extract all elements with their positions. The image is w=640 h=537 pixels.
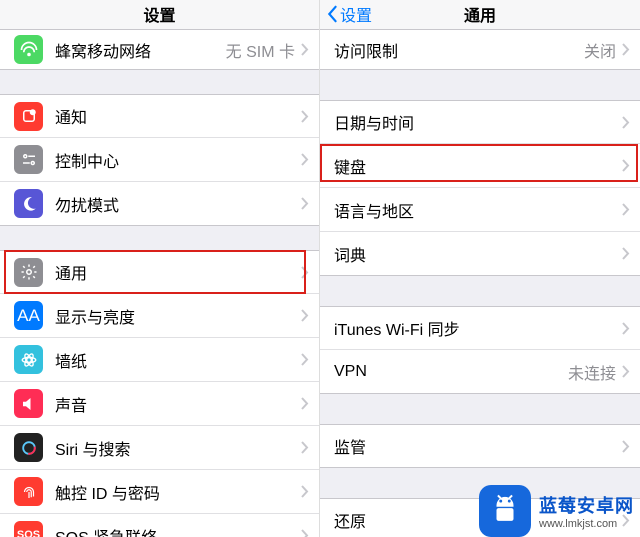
cellular-icon bbox=[14, 35, 43, 64]
general-icon bbox=[14, 258, 43, 287]
restrictions-label: 访问限制 bbox=[334, 38, 584, 62]
row-general[interactable]: 通用 bbox=[0, 250, 319, 294]
row-wallpaper[interactable]: 墙纸 bbox=[0, 338, 319, 382]
row-control-center[interactable]: 控制中心 bbox=[0, 138, 319, 182]
header: 设置 bbox=[0, 0, 319, 30]
vpn-label: VPN bbox=[334, 363, 568, 381]
row-notifications[interactable]: 通知 bbox=[0, 94, 319, 138]
siri-icon bbox=[14, 433, 43, 462]
dnd-label: 勿扰模式 bbox=[55, 192, 301, 216]
row-datetime[interactable]: 日期与时间 bbox=[320, 100, 640, 144]
chevron-right-icon bbox=[301, 309, 309, 322]
dictionary-label: 词典 bbox=[334, 242, 622, 266]
row-dnd[interactable]: 勿扰模式 bbox=[0, 182, 319, 226]
vpn-value: 未连接 bbox=[568, 360, 616, 384]
row-sound[interactable]: 声音 bbox=[0, 382, 319, 426]
cellular-value: 无 SIM 卡 bbox=[226, 38, 295, 62]
dnd-icon bbox=[14, 189, 43, 218]
watermark: 蓝莓安卓网 www.lmkjst.com bbox=[479, 485, 634, 537]
chevron-right-icon bbox=[301, 529, 309, 537]
row-sos[interactable]: SOS SOS 紧急联络 bbox=[0, 514, 319, 537]
row-siri[interactable]: Siri 与搜索 bbox=[0, 426, 319, 470]
row-display[interactable]: AA 显示与亮度 bbox=[0, 294, 319, 338]
siri-label: Siri 与搜索 bbox=[55, 436, 301, 460]
chevron-right-icon bbox=[301, 153, 309, 166]
chevron-right-icon bbox=[622, 159, 630, 172]
chevron-right-icon bbox=[622, 116, 630, 129]
wallpaper-label: 墙纸 bbox=[55, 348, 301, 372]
display-icon: AA bbox=[14, 301, 43, 330]
language-label: 语言与地区 bbox=[334, 198, 622, 222]
cellular-label: 蜂窝移动网络 bbox=[55, 38, 226, 62]
settings-root-pane: 设置 蜂窝移动网络 无 SIM 卡 通知 控制中心 bbox=[0, 0, 320, 537]
itunes-wifi-label: iTunes Wi-Fi 同步 bbox=[334, 316, 622, 340]
watermark-logo bbox=[479, 485, 531, 537]
general-label: 通用 bbox=[55, 260, 301, 284]
sos-label: SOS 紧急联络 bbox=[55, 524, 301, 537]
chevron-right-icon bbox=[301, 266, 309, 279]
header: 设置 通用 bbox=[320, 0, 640, 30]
row-touchid[interactable]: 触控 ID 与密码 bbox=[0, 470, 319, 514]
chevron-right-icon bbox=[622, 203, 630, 216]
back-button[interactable]: 设置 bbox=[326, 0, 372, 26]
general-pane: 设置 通用 访问限制 关闭 日期与时间 键盘 语言与地区 词典 bbox=[320, 0, 640, 537]
restrictions-value: 关闭 bbox=[584, 38, 616, 62]
chevron-right-icon bbox=[301, 397, 309, 410]
chevron-right-icon bbox=[622, 43, 630, 56]
watermark-url: www.lmkjst.com bbox=[539, 518, 634, 530]
row-regulatory[interactable]: 监管 bbox=[320, 424, 640, 468]
back-label: 设置 bbox=[340, 2, 372, 26]
chevron-right-icon bbox=[622, 247, 630, 260]
chevron-right-icon bbox=[301, 353, 309, 366]
wallpaper-icon bbox=[14, 345, 43, 374]
row-itunes-wifi[interactable]: iTunes Wi-Fi 同步 bbox=[320, 306, 640, 350]
page-title: 设置 bbox=[143, 0, 175, 26]
chevron-right-icon bbox=[301, 43, 309, 56]
watermark-name: 蓝莓安卓网 bbox=[539, 492, 634, 518]
notifications-label: 通知 bbox=[55, 104, 301, 128]
page-title: 通用 bbox=[464, 0, 496, 26]
control-center-icon bbox=[14, 145, 43, 174]
display-label: 显示与亮度 bbox=[55, 304, 301, 328]
row-restrictions[interactable]: 访问限制 关闭 bbox=[320, 30, 640, 70]
row-keyboard[interactable]: 键盘 bbox=[320, 144, 640, 188]
sos-icon: SOS bbox=[14, 521, 43, 537]
row-cellular[interactable]: 蜂窝移动网络 无 SIM 卡 bbox=[0, 30, 319, 70]
chevron-right-icon bbox=[622, 440, 630, 453]
chevron-right-icon bbox=[622, 365, 630, 378]
row-dictionary[interactable]: 词典 bbox=[320, 232, 640, 276]
chevron-right-icon bbox=[622, 322, 630, 335]
sound-label: 声音 bbox=[55, 392, 301, 416]
datetime-label: 日期与时间 bbox=[334, 110, 622, 134]
sound-icon bbox=[14, 389, 43, 418]
regulatory-label: 监管 bbox=[334, 434, 622, 458]
touchid-icon bbox=[14, 477, 43, 506]
row-language[interactable]: 语言与地区 bbox=[320, 188, 640, 232]
chevron-right-icon bbox=[301, 441, 309, 454]
keyboard-label: 键盘 bbox=[334, 154, 622, 178]
chevron-right-icon bbox=[301, 485, 309, 498]
control-center-label: 控制中心 bbox=[55, 148, 301, 172]
touchid-label: 触控 ID 与密码 bbox=[55, 480, 301, 504]
chevron-right-icon bbox=[301, 197, 309, 210]
row-vpn[interactable]: VPN 未连接 bbox=[320, 350, 640, 394]
chevron-right-icon bbox=[301, 110, 309, 123]
notifications-icon bbox=[14, 102, 43, 131]
